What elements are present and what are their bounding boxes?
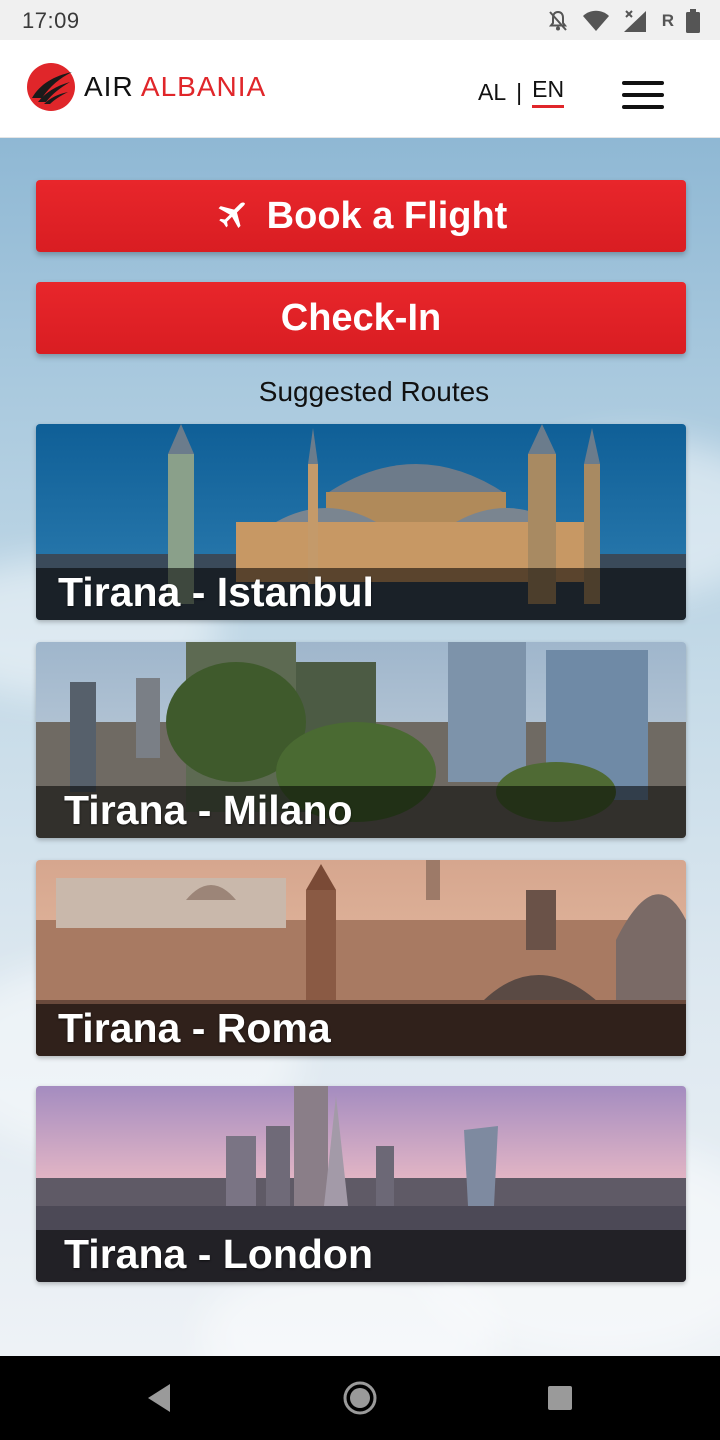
- status-time: 17:09: [22, 8, 80, 33]
- back-icon[interactable]: [140, 1378, 180, 1418]
- lang-separator: |: [516, 78, 523, 105]
- recents-icon[interactable]: [540, 1378, 580, 1418]
- route-label: Tirana - London: [64, 1231, 374, 1277]
- hamburger-menu-icon[interactable]: [622, 81, 664, 109]
- lang-en-link[interactable]: EN: [532, 76, 565, 108]
- main-content: Book a Flight Check-In Suggested Routes: [0, 138, 720, 1356]
- wifi-icon: [582, 10, 609, 31]
- air-albania-logo[interactable]: AIR ALBANIA: [26, 62, 266, 112]
- status-icons: R: [546, 8, 700, 34]
- logo-brand-text: ALBANIA: [140, 71, 267, 102]
- notifications-off-icon: [548, 10, 567, 31]
- route-card-london[interactable]: Tirana - London: [36, 1086, 686, 1282]
- system-nav-bar: [0, 1356, 720, 1440]
- language-switcher: AL | EN: [478, 76, 565, 108]
- status-bar: 17:09 R: [0, 0, 720, 40]
- route-label: Tirana - Istanbul: [58, 569, 374, 615]
- signal-icon: [623, 10, 646, 32]
- logo-wordmark: AIR ALBANIA: [84, 73, 266, 101]
- carrier-badge: R: [661, 11, 674, 30]
- lang-al-link[interactable]: AL: [478, 79, 506, 106]
- app-header: AIR ALBANIA AL | EN: [0, 40, 720, 138]
- route-label: Tirana - Roma: [58, 1005, 331, 1051]
- book-flight-button[interactable]: Book a Flight: [36, 180, 686, 252]
- book-flight-label: Book a Flight: [266, 194, 508, 237]
- check-in-label: Check-In: [280, 296, 442, 339]
- route-card-roma[interactable]: Tirana - Roma: [36, 860, 686, 1056]
- route-card-istanbul[interactable]: Tirana - Istanbul: [36, 424, 686, 620]
- check-in-button[interactable]: Check-In: [36, 282, 686, 354]
- route-label: Tirana - Milano: [64, 787, 353, 833]
- logo-air-text: AIR: [84, 71, 134, 102]
- battery-icon: [686, 9, 700, 33]
- airplane-icon: [218, 202, 245, 229]
- eagle-logo-icon: [27, 63, 75, 111]
- route-card-milano[interactable]: Tirana - Milano: [36, 642, 686, 838]
- home-icon[interactable]: [340, 1378, 380, 1418]
- suggested-routes-title: Suggested Routes: [258, 376, 490, 407]
